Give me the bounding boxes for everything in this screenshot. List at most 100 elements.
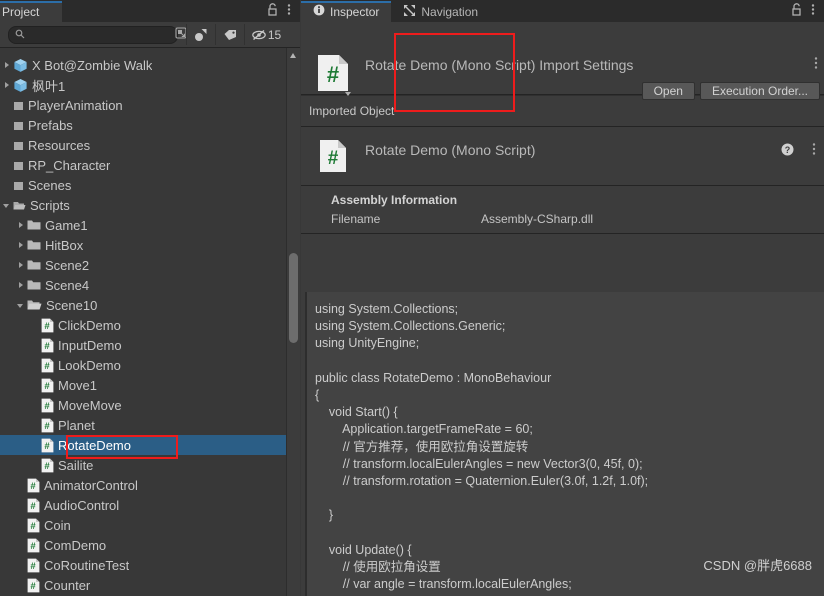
tree-row[interactable]: # ComDemo (0, 535, 300, 555)
lock-icon[interactable] (267, 3, 278, 19)
scrollbar-thumb[interactable] (289, 253, 298, 343)
execution-order-button[interactable]: Execution Order... (699, 82, 820, 100)
svg-text:#: # (44, 401, 50, 412)
tree-row[interactable]: Resources (0, 135, 300, 155)
tree-row[interactable]: # LookDemo (0, 355, 300, 375)
assembly-information-block: Assembly Information Filename Assembly-C… (301, 186, 824, 234)
tree-twisty-closed-icon[interactable] (16, 240, 27, 251)
script-source-text: using System.Collections; using System.C… (315, 302, 649, 592)
tree-row[interactable]: # AudioControl (0, 495, 300, 515)
tree-row[interactable]: Scenes (0, 175, 300, 195)
tree-row[interactable]: # Coin (0, 515, 300, 535)
tree-row-label: Move1 (58, 377, 98, 393)
folder-open-small-icon (13, 200, 26, 211)
tree-row[interactable]: # CoRoutineTest (0, 555, 300, 575)
cs-script-large-icon: # (317, 54, 349, 95)
open-button[interactable]: Open (641, 82, 695, 100)
tree-row-label: RP_Character (28, 157, 111, 173)
folder-icon (27, 279, 41, 291)
tree-row[interactable]: HitBox (0, 235, 300, 255)
tree-row-label: Coin (44, 517, 71, 533)
object-type-filter-icon[interactable] (186, 24, 215, 45)
tree-row[interactable]: Scene4 (0, 275, 300, 295)
kebab-menu-icon[interactable] (287, 3, 291, 19)
tree-row[interactable]: # Planet (0, 415, 300, 435)
tree-row[interactable]: # Move1 (0, 375, 300, 395)
folder-small-icon (13, 180, 24, 191)
tab-navigation[interactable]: Navigation (391, 1, 490, 22)
kebab-menu-icon[interactable] (811, 3, 815, 19)
svg-text:#: # (30, 521, 36, 532)
kebab-menu-icon[interactable] (812, 142, 816, 159)
tree-row-selected[interactable]: # RotateDemo (0, 435, 300, 455)
tree-row[interactable]: 枫叶1 (0, 75, 300, 95)
tree-twisty-closed-icon[interactable] (16, 280, 27, 291)
imported-object-title: Rotate Demo (Mono Script) (365, 142, 536, 158)
tree-row[interactable]: # InputDemo (0, 335, 300, 355)
tree-row-label: CoRoutineTest (44, 557, 130, 573)
tree-row[interactable]: X Bot@Zombie Walk (0, 55, 300, 75)
folder-small-icon (13, 100, 24, 111)
project-scrollbar[interactable] (286, 48, 300, 596)
search-input-wrapper[interactable] (8, 25, 187, 44)
cs-script-icon: # (27, 578, 40, 593)
tree-twisty-open-icon[interactable] (2, 200, 13, 211)
label-filter-icon[interactable] (215, 24, 244, 45)
tree-row-label: Resources (28, 137, 91, 153)
tree-row[interactable]: # Sailite (0, 455, 300, 475)
cs-script-icon: # (41, 418, 54, 433)
project-asset-tree[interactable]: X Bot@Zombie Walk 枫叶1 PlayerAnimation Prefa… (0, 48, 300, 596)
tree-row[interactable]: # AnimatorControl (0, 475, 300, 495)
svg-text:#: # (30, 581, 36, 592)
tree-row-clipped[interactable] (0, 48, 300, 55)
tree-row-label: Planet (58, 417, 95, 433)
svg-text:#: # (328, 148, 339, 169)
svg-text:#: # (30, 501, 36, 512)
tree-twisty-closed-icon[interactable] (2, 80, 13, 91)
tree-twisty-closed-icon[interactable] (16, 220, 27, 231)
cs-script-icon: # (27, 518, 40, 533)
tree-row[interactable]: Scripts (0, 195, 300, 215)
scroll-up-arrow-icon[interactable] (290, 53, 296, 58)
hidden-objects-toggle[interactable]: 15 (244, 24, 287, 45)
tree-twisty-closed-icon[interactable] (2, 60, 13, 71)
tree-row[interactable]: # MoveMove (0, 395, 300, 415)
project-tab-bar: Project (0, 0, 300, 22)
tab-inspector-label: Inspector (330, 4, 380, 19)
tab-project[interactable]: Project (0, 1, 62, 22)
kebab-menu-icon[interactable] (814, 56, 818, 73)
svg-text:#: # (30, 481, 36, 492)
cs-script-icon: # (41, 318, 54, 333)
cs-script-icon: # (41, 358, 54, 373)
tree-row-label: AnimatorControl (44, 477, 138, 493)
tree-row[interactable]: # ClickDemo (0, 315, 300, 335)
script-dropdown-arrow-icon[interactable] (345, 92, 351, 96)
import-settings-header: # Rotate Demo (Mono Script) Import Setti… (301, 22, 824, 100)
tree-row[interactable]: RP_Character (0, 155, 300, 175)
search-input[interactable] (25, 28, 175, 41)
tree-row[interactable]: Scene10 (0, 295, 300, 315)
svg-text:#: # (44, 461, 50, 472)
tree-row[interactable]: Game1 (0, 215, 300, 235)
hidden-count-label: 15 (267, 27, 282, 42)
tab-project-label: Project (2, 4, 40, 19)
lock-icon[interactable] (791, 3, 802, 19)
tree-row[interactable]: Prefabs (0, 115, 300, 135)
script-source-preview: using System.Collections; using System.C… (305, 292, 824, 596)
tree-row[interactable]: PlayerAnimation (0, 95, 300, 115)
tree-twisty-open-icon[interactable] (16, 300, 27, 311)
svg-text:#: # (44, 441, 50, 452)
tree-row-label: Scene4 (45, 277, 90, 293)
tree-twisty-closed-icon[interactable] (16, 260, 27, 271)
tree-row[interactable]: Scene2 (0, 255, 300, 275)
tree-row[interactable]: # Counter (0, 575, 300, 595)
tab-inspector[interactable]: Inspector (301, 1, 392, 22)
help-icon[interactable]: ? (781, 143, 794, 159)
tree-row-label: InputDemo (58, 337, 122, 353)
